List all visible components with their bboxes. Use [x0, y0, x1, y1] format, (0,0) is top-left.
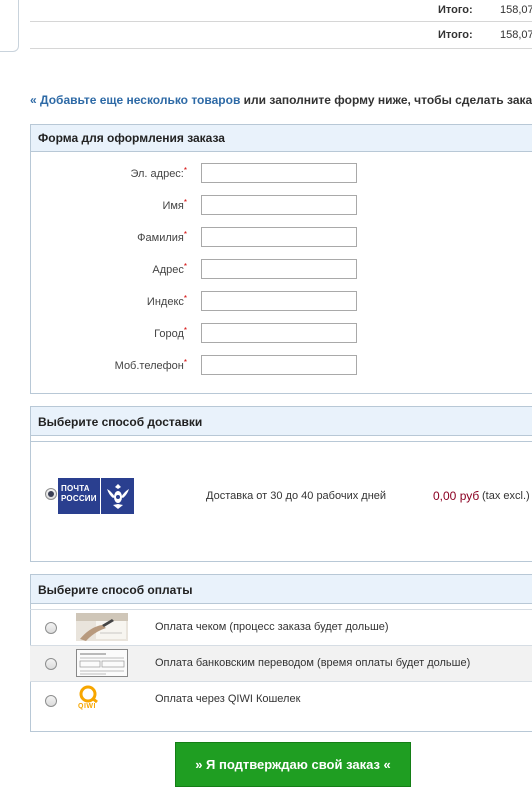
delivery-price: 0,00 руб	[433, 489, 480, 503]
cart-box-edge	[0, 0, 19, 52]
payment-radio-cheque[interactable]	[45, 622, 57, 634]
form-row-email: Эл. адрес:*	[31, 163, 531, 185]
total-value: 158,07	[500, 4, 532, 16]
divider	[31, 441, 532, 442]
add-more-products-link[interactable]: « Добавьте еще несколько товаров	[30, 93, 240, 107]
last-name-field[interactable]	[201, 227, 357, 247]
required-mark: *	[183, 198, 187, 207]
delivery-tax-note: (tax excl.)	[482, 490, 530, 502]
field-label: Моб.телефон*	[114, 358, 187, 372]
required-mark: *	[183, 294, 187, 303]
bank-document-icon	[76, 649, 128, 677]
total-value: 158,07	[500, 29, 532, 41]
order-form-title: Форма для оформления заказа	[38, 131, 225, 145]
payment-title: Выберите способ оплаты	[38, 583, 193, 597]
required-mark: *	[183, 358, 187, 367]
continue-shopping-line: « Добавьте еще несколько товаров или зап…	[30, 93, 532, 107]
delivery-title: Выберите способ доставки	[38, 415, 203, 429]
panel-header: Форма для оформления заказа	[31, 125, 532, 152]
payment-option-bank-transfer[interactable]: Оплата банковским переводом (время оплат…	[30, 645, 532, 681]
order-form-panel: Форма для оформления заказа Эл. адрес:* …	[30, 124, 532, 394]
first-name-field[interactable]	[201, 195, 357, 215]
payment-option-text: Оплата через QIWI Кошелек	[155, 693, 301, 705]
required-mark: *	[183, 326, 187, 335]
russian-post-logo-icon: ПОЧТА РОССИИ	[58, 478, 134, 514]
address-field[interactable]	[201, 259, 357, 279]
required-mark: *	[183, 230, 187, 239]
field-label: Фамилия*	[137, 230, 187, 244]
required-mark: *	[183, 262, 187, 271]
required-mark: *	[183, 166, 187, 175]
postcode-field[interactable]	[201, 291, 357, 311]
delivery-option-text: Доставка от 30 до 40 рабочих дней	[206, 490, 387, 502]
payment-option-qiwi[interactable]: QIWI Оплата через QIWI Кошелек	[30, 681, 532, 718]
field-label: Эл. адрес:*	[130, 166, 187, 180]
form-row-first-name: Имя*	[31, 195, 531, 217]
form-row-address: Адрес*	[31, 259, 531, 281]
payment-option-cheque[interactable]: Оплата чеком (процесс заказа будет дольш…	[30, 609, 532, 645]
delivery-radio-russian-post[interactable]	[45, 488, 57, 500]
field-label: Имя*	[162, 198, 187, 212]
qiwi-logo-text: QIWI	[78, 703, 96, 710]
eagle-emblem-icon	[107, 484, 129, 509]
total-row: Итого: 158,07	[30, 25, 532, 45]
email-field[interactable]	[201, 163, 357, 183]
payment-radio-qiwi[interactable]	[45, 695, 57, 707]
form-row-last-name: Фамилия*	[31, 227, 531, 249]
field-label: Город*	[154, 326, 187, 340]
total-label: Итого:	[438, 29, 473, 41]
payment-option-text: Оплата чеком (процесс заказа будет дольш…	[155, 621, 389, 633]
total-row: Итого: 158,07	[30, 0, 532, 20]
field-label: Индекс*	[146, 294, 187, 308]
city-field[interactable]	[201, 323, 357, 343]
payment-radio-bank-transfer[interactable]	[45, 658, 57, 670]
divider	[30, 48, 532, 49]
panel-header: Выберите способ доставки	[31, 407, 532, 436]
total-label: Итого:	[438, 4, 473, 16]
mobile-phone-field[interactable]	[201, 355, 357, 375]
form-row-phone: Моб.телефон*	[31, 355, 531, 377]
qiwi-logo-icon: QIWI	[76, 685, 128, 715]
russian-post-logo-text: ПОЧТА РОССИИ	[61, 484, 97, 503]
check-image-icon	[76, 613, 128, 641]
form-row-city: Город*	[31, 323, 531, 345]
panel-header: Выберите способ оплаты	[31, 575, 532, 604]
form-hint-text: или заполните форму ниже, чтобы сделать …	[243, 93, 532, 107]
field-label: Адрес*	[152, 262, 187, 276]
payment-option-text: Оплата банковским переводом (время оплат…	[155, 657, 471, 669]
form-row-postcode: Индекс*	[31, 291, 531, 313]
divider	[30, 21, 532, 22]
confirm-order-button[interactable]: » Я подтверждаю свой заказ «	[175, 742, 411, 787]
